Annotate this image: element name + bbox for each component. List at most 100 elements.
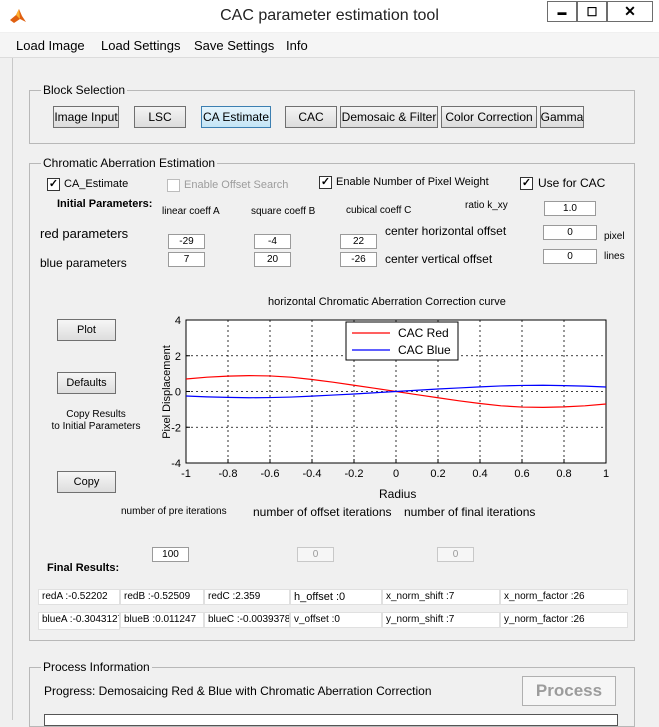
- pre-iterations-label: number of pre iterations: [121, 506, 227, 517]
- chart-title: horizontal Chromatic Aberration Correcti…: [268, 296, 506, 308]
- tab-lsc[interactable]: LSC: [134, 106, 186, 128]
- block-selection-title: Block Selection: [41, 83, 128, 97]
- use-for-cac-checkbox[interactable]: ✓: [520, 177, 533, 190]
- y-axis-label: Pixel Displacement: [161, 345, 173, 439]
- x-tick-label: 0.2: [430, 468, 445, 480]
- menu-info[interactable]: Info: [286, 38, 308, 53]
- result-h-offset: h_offset :0: [290, 589, 382, 605]
- enable-offset-search-label: Enable Offset Search: [184, 179, 289, 191]
- result-y-norm-shift: y_norm_shift :7: [382, 612, 500, 628]
- offset-iterations-label: number of offset iterations: [253, 505, 392, 519]
- final-iterations-input[interactable]: 0: [437, 547, 474, 562]
- panel-border: [12, 58, 13, 720]
- check-icon: ✓: [48, 178, 59, 190]
- x-tick-label: -0.4: [303, 468, 322, 480]
- center-horizontal-offset-label: center horizontal offset: [385, 224, 507, 238]
- chart-plot: -1 -0.8 -0.6 -0.4 -0.2 0 0.2 0.4 0.6 0.8 1420-2-4C…: [171, 315, 609, 480]
- center-vertical-offset-input[interactable]: 0: [543, 249, 597, 264]
- plot-button[interactable]: Plot: [57, 319, 116, 341]
- red-coeff-c-input[interactable]: 22: [340, 234, 377, 249]
- square-coeff-label: square coeff B: [251, 206, 316, 217]
- copy-button[interactable]: Copy: [57, 471, 116, 493]
- process-info-title: Process Information: [41, 660, 152, 674]
- center-horizontal-offset-input[interactable]: 0: [543, 225, 597, 240]
- y-tick-label: 2: [175, 351, 181, 363]
- x-tick-label: -1: [181, 468, 191, 480]
- copy-results-label: Copy Results to Initial Parameters: [51, 409, 141, 432]
- enable-offset-search-checkbox[interactable]: [167, 179, 180, 192]
- tab-cac[interactable]: CAC: [285, 106, 337, 128]
- red-parameters-label: red parameters: [40, 226, 129, 241]
- ca-estimate-label: CA_Estimate: [64, 178, 129, 190]
- legend-label: CAC Blue: [398, 343, 451, 357]
- result-blueC: blueC :-0.0039378: [204, 612, 290, 628]
- initial-parameters-label: Initial Parameters:: [57, 198, 153, 210]
- progress-label: Progress: Demosaicing Red & Blue with Ch…: [44, 684, 432, 698]
- x-tick-label: -0.2: [345, 468, 364, 480]
- process-button[interactable]: Process: [522, 676, 616, 706]
- x-tick-label: -0.6: [261, 468, 280, 480]
- linear-coeff-label: linear coeff A: [162, 206, 220, 217]
- enable-pixel-weight-checkbox[interactable]: ✓: [319, 176, 332, 189]
- ca-estimate-checkbox[interactable]: ✓: [47, 178, 60, 191]
- red-coeff-b-input[interactable]: -4: [254, 234, 291, 249]
- tab-ca-estimate[interactable]: CA Estimate: [201, 106, 271, 128]
- tab-demosaic-filter[interactable]: Demosaic & Filter: [340, 106, 438, 128]
- close-icon: ✕: [624, 3, 636, 19]
- minimize-button[interactable]: ▬: [547, 1, 577, 22]
- ratio-kxy-label: ratio k_xy: [465, 200, 508, 211]
- result-x-norm-factor: x_norm_factor :26: [500, 589, 628, 605]
- ca-estimation-title: Chromatic Aberration Estimation: [41, 156, 218, 170]
- y-tick-label: 4: [175, 315, 181, 327]
- y-tick-label: 0: [175, 387, 181, 399]
- check-icon: ✓: [521, 177, 532, 189]
- center-vertical-offset-label: center vertical offset: [385, 252, 493, 266]
- result-blueA: blueA :-0.3043127: [38, 612, 120, 630]
- menu-bar: [0, 33, 659, 58]
- legend-label: CAC Red: [398, 326, 449, 340]
- offset-iterations-input[interactable]: 0: [297, 547, 334, 562]
- minimize-icon: ▬: [557, 6, 567, 17]
- blue-coeff-c-input[interactable]: -26: [340, 252, 377, 267]
- maximize-button[interactable]: ☐: [577, 1, 607, 22]
- tab-gamma[interactable]: Gamma: [540, 106, 584, 128]
- x-axis-label: Radius: [379, 487, 417, 501]
- menu-load-image[interactable]: Load Image: [16, 38, 85, 53]
- enable-pixel-weight-label: Enable Number of Pixel Weight: [336, 176, 489, 188]
- x-tick-label: 1: [603, 468, 609, 480]
- menu-load-settings[interactable]: Load Settings: [101, 38, 181, 53]
- x-tick-label: 0.6: [514, 468, 529, 480]
- use-for-cac-label: Use for CAC: [538, 176, 606, 190]
- y-tick-label: -4: [171, 458, 181, 470]
- result-redB: redB :-0.52509: [120, 589, 204, 605]
- result-y-norm-factor: y_norm_factor :26: [500, 612, 628, 628]
- x-tick-label: 0.8: [556, 468, 571, 480]
- result-redA: redA :-0.52202: [38, 589, 120, 605]
- check-icon: ✓: [320, 176, 331, 188]
- result-x-norm-shift: x_norm_shift :7: [382, 589, 500, 605]
- maximize-icon: ☐: [586, 4, 598, 19]
- final-iterations-label: number of final iterations: [404, 505, 536, 519]
- pre-iterations-input[interactable]: 100: [152, 547, 189, 562]
- ratio-kxy-input[interactable]: 1.0: [544, 201, 596, 216]
- x-tick-label: 0.4: [472, 468, 487, 480]
- result-v-offset: v_offset :0: [290, 612, 382, 628]
- defaults-button[interactable]: Defaults: [57, 372, 116, 394]
- lines-unit-label: lines: [604, 251, 625, 262]
- blue-parameters-label: blue parameters: [40, 256, 127, 270]
- progress-bar: [44, 714, 618, 726]
- close-button[interactable]: ✕: [607, 1, 653, 22]
- x-tick-label: -0.8: [219, 468, 238, 480]
- tab-image-input[interactable]: Image Input: [53, 106, 119, 128]
- tab-color-correction[interactable]: Color Correction: [441, 106, 537, 128]
- red-coeff-a-input[interactable]: -29: [168, 234, 205, 249]
- menu-save-settings[interactable]: Save Settings: [194, 38, 274, 53]
- result-redC: redC :2.359: [204, 589, 290, 605]
- result-blueB: blueB :0.011247: [120, 612, 204, 628]
- blue-coeff-b-input[interactable]: 20: [254, 252, 291, 267]
- blue-coeff-a-input[interactable]: 7: [168, 252, 205, 267]
- final-results-label: Final Results:: [47, 562, 120, 574]
- pixel-unit-label: pixel: [604, 231, 625, 242]
- x-tick-label: 0: [393, 468, 399, 480]
- cubical-coeff-label: cubical coeff C: [346, 205, 412, 216]
